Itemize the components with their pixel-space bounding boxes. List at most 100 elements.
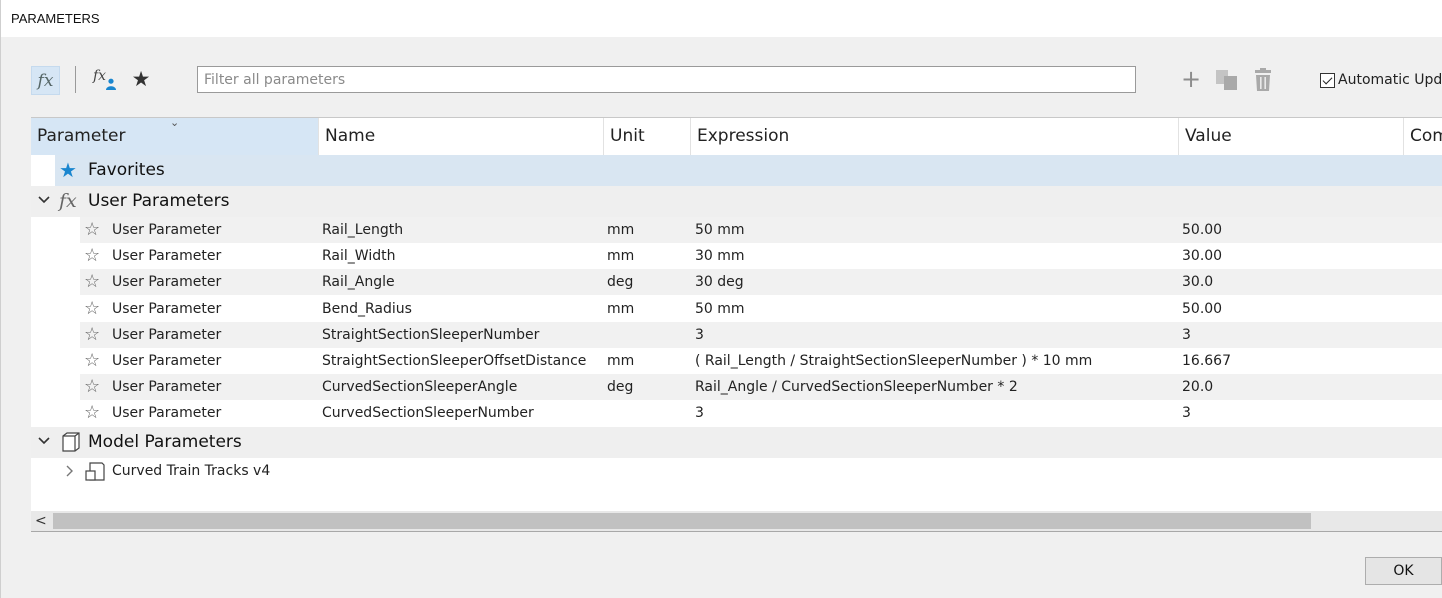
- cell-expression[interactable]: Rail_Angle / CurvedSectionSleeperNumber …: [695, 379, 1018, 395]
- cell-expression[interactable]: 50 mm: [695, 301, 745, 317]
- star-outline-icon[interactable]: ☆: [84, 271, 100, 293]
- cell-value: 20.0: [1182, 379, 1214, 395]
- star-outline-icon[interactable]: ☆: [84, 219, 100, 241]
- column-label: Name: [325, 126, 376, 146]
- star-outline-icon[interactable]: ☆: [84, 298, 100, 320]
- table-row[interactable]: ☆ User Parameter Rail_Width mm 30 mm 30.00: [80, 243, 1442, 269]
- star-icon: ★: [59, 158, 77, 182]
- user-parameters-group[interactable]: fx User Parameters: [31, 186, 1442, 217]
- star-outline-icon[interactable]: ☆: [84, 376, 100, 398]
- cell-expression[interactable]: 3: [695, 405, 704, 421]
- checkbox-icon[interactable]: [1320, 72, 1335, 88]
- cell-value: 3: [1182, 327, 1191, 343]
- cell-value: 30.00: [1182, 248, 1223, 264]
- star-outline-icon[interactable]: ☆: [84, 402, 100, 424]
- cell-name: CurvedSectionSleeperNumber: [322, 405, 534, 421]
- column-header-expression[interactable]: Expression: [691, 118, 1179, 155]
- table-row[interactable]: ☆ User Parameter CurvedSectionSleeperNumbe…: [80, 400, 1442, 426]
- column-label: Unit: [610, 126, 645, 146]
- toolbar-separator: [75, 66, 76, 93]
- model-item-label: Curved Train Tracks v4: [112, 463, 271, 479]
- user-parameters-label: User Parameters: [88, 191, 230, 211]
- favorites-label: Favorites: [88, 160, 165, 180]
- column-header-unit[interactable]: Unit: [604, 118, 691, 155]
- sort-down-icon: ⌄: [170, 118, 180, 129]
- model-parameters-group[interactable]: Model Parameters: [31, 427, 1442, 458]
- column-label: Value: [1185, 126, 1232, 146]
- cell-parameter: User Parameter: [112, 379, 222, 395]
- cell-name: Rail_Angle: [322, 274, 395, 290]
- cell-unit: mm: [607, 248, 635, 264]
- model-parameters-label: Model Parameters: [88, 432, 242, 452]
- ok-button[interactable]: OK: [1365, 557, 1442, 585]
- table-row[interactable]: ☆ User Parameter StraightSectionSleeperNum…: [80, 322, 1442, 348]
- cell-value: 50.00: [1182, 301, 1223, 317]
- chevron-right-icon[interactable]: [63, 464, 75, 478]
- cell-expression[interactable]: 3: [695, 327, 704, 343]
- copy-icon[interactable]: [1215, 69, 1239, 91]
- cell-value: 16.667: [1182, 353, 1231, 369]
- automatic-update-checkbox[interactable]: Automatic Upd: [1320, 70, 1442, 90]
- column-header-name[interactable]: Name: [319, 118, 604, 155]
- title-bar: PARAMETERS: [0, 0, 1442, 37]
- chevron-down-icon[interactable]: [37, 434, 51, 448]
- divider: [31, 531, 1442, 532]
- cell-unit: mm: [607, 301, 635, 317]
- fx-user-icon[interactable]: fx: [93, 68, 119, 92]
- favorites-row[interactable]: ★ Favorites: [55, 155, 1442, 186]
- cell-unit: mm: [607, 353, 635, 369]
- trash-icon[interactable]: [1253, 68, 1273, 92]
- window-border: [0, 37, 1, 598]
- cell-parameter: User Parameter: [112, 274, 222, 290]
- scrollbar-thumb[interactable]: [53, 513, 1311, 529]
- column-header-comment[interactable]: Com: [1404, 118, 1442, 155]
- cell-unit: deg: [607, 274, 634, 290]
- cell-value: 30.0: [1182, 274, 1214, 290]
- table-row[interactable]: ☆ User Parameter Rail_Length mm 50 mm 50.00: [80, 217, 1442, 243]
- cell-name: Rail_Width: [322, 248, 396, 264]
- column-label: Expression: [697, 126, 790, 146]
- cell-parameter: User Parameter: [112, 327, 222, 343]
- cell-parameter: User Parameter: [112, 405, 222, 421]
- table-row[interactable]: ☆ User Parameter Rail_Angle deg 30 deg 30.0: [80, 269, 1442, 295]
- plus-icon[interactable]: +: [1180, 66, 1202, 93]
- cell-expression[interactable]: 30 deg: [695, 274, 744, 290]
- column-header-parameter[interactable]: Parameter ⌄: [31, 118, 319, 155]
- cell-name: StraightSectionSleeperOffsetDistance: [322, 353, 587, 369]
- star-outline-icon[interactable]: ☆: [84, 350, 100, 372]
- fx-icon: fx: [59, 190, 77, 212]
- cell-name: CurvedSectionSleeperAngle: [322, 379, 518, 395]
- star-icon[interactable]: ★: [129, 67, 153, 91]
- cell-name: Rail_Length: [322, 222, 404, 238]
- star-outline-icon[interactable]: ☆: [84, 245, 100, 267]
- automatic-update-label: Automatic Upd: [1338, 72, 1442, 88]
- chevron-left-icon[interactable]: <: [35, 513, 47, 529]
- fx-icon[interactable]: fx: [31, 66, 60, 95]
- window-title: PARAMETERS: [11, 11, 100, 26]
- component-icon: [85, 462, 105, 481]
- column-label: Com: [1410, 126, 1442, 146]
- star-outline-icon[interactable]: ☆: [84, 324, 100, 346]
- parameters-table: Parameter ⌄ Name Unit Expression Value C…: [31, 117, 1442, 532]
- filter-input[interactable]: [197, 66, 1136, 93]
- table-row[interactable]: ☆ User Parameter Bend_Radius mm 50 mm 50.00: [80, 296, 1442, 322]
- cell-name: StraightSectionSleeperNumber: [322, 327, 540, 343]
- column-header-value[interactable]: Value: [1179, 118, 1404, 155]
- cell-parameter: User Parameter: [112, 301, 222, 317]
- cell-value: 50.00: [1182, 222, 1223, 238]
- horizontal-scrollbar[interactable]: <: [31, 511, 1442, 531]
- chevron-down-icon[interactable]: [37, 193, 51, 207]
- cell-parameter: User Parameter: [112, 222, 222, 238]
- table-row[interactable]: ☆ User Parameter StraightSectionSleeperOff…: [80, 348, 1442, 374]
- cell-parameter: User Parameter: [112, 248, 222, 264]
- model-item-row[interactable]: Curved Train Tracks v4: [55, 458, 1442, 485]
- cell-name: Bend_Radius: [322, 301, 412, 317]
- cell-expression[interactable]: ( Rail_Length / StraightSectionSleeperNu…: [695, 353, 1092, 369]
- table-row[interactable]: ☆ User Parameter CurvedSectionSleeperAngle…: [80, 374, 1442, 400]
- cell-unit: mm: [607, 222, 635, 238]
- cell-expression[interactable]: 30 mm: [695, 248, 745, 264]
- model-box-icon: [62, 432, 80, 452]
- column-label: Parameter: [37, 126, 126, 146]
- cell-expression[interactable]: 50 mm: [695, 222, 745, 238]
- cell-parameter: User Parameter: [112, 353, 222, 369]
